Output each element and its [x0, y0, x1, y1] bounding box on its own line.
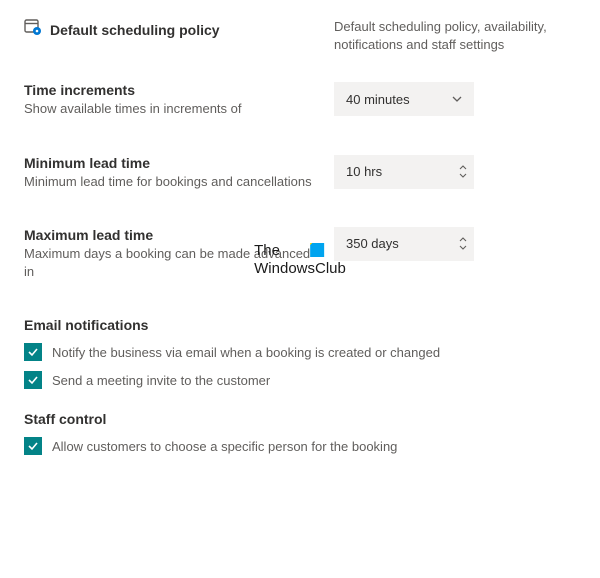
staff-control-heading: Staff control [24, 411, 576, 427]
field-text: Minimum lead time Minimum lead time for … [24, 155, 334, 191]
section-header: Default scheduling policy Default schedu… [24, 18, 576, 54]
field-time-increments: Time increments Show available times in … [24, 82, 576, 118]
min-lead-value: 10 hrs [346, 164, 382, 179]
send-invite-checkbox[interactable] [24, 371, 42, 389]
field-min-lead: Minimum lead time Minimum lead time for … [24, 155, 576, 191]
min-lead-spinner[interactable]: 10 hrs [334, 155, 474, 189]
notify-business-checkbox[interactable] [24, 343, 42, 361]
max-lead-description: Maximum days a booking can be made advan… [24, 245, 314, 281]
checkmark-icon [27, 346, 39, 358]
section-staff-control: Staff control Allow customers to choose … [24, 411, 576, 455]
field-max-lead: Maximum lead time Maximum days a booking… [24, 227, 576, 281]
allow-choose-checkbox[interactable] [24, 437, 42, 455]
notify-business-label: Notify the business via email when a boo… [52, 345, 440, 360]
chevron-down-icon [450, 92, 464, 106]
time-increments-description: Show available times in increments of [24, 100, 314, 118]
max-lead-value: 350 days [346, 236, 399, 251]
spinner-arrows [458, 165, 468, 179]
caret-down-icon[interactable] [458, 173, 468, 179]
field-text: Time increments Show available times in … [24, 82, 334, 118]
max-lead-label: Maximum lead time [24, 227, 314, 243]
spinner-arrows [458, 237, 468, 251]
checkmark-icon [27, 374, 39, 386]
checkmark-icon [27, 440, 39, 452]
allow-choose-label: Allow customers to choose a specific per… [52, 439, 397, 454]
email-notifications-heading: Email notifications [24, 317, 576, 333]
section-email-notifications: Email notifications Notify the business … [24, 317, 576, 389]
min-lead-label: Minimum lead time [24, 155, 314, 171]
send-invite-label: Send a meeting invite to the customer [52, 373, 270, 388]
time-increments-dropdown[interactable]: 40 minutes [334, 82, 474, 116]
time-increments-label: Time increments [24, 82, 314, 98]
caret-down-icon[interactable] [458, 245, 468, 251]
caret-up-icon[interactable] [458, 237, 468, 243]
calendar-settings-icon [24, 18, 42, 41]
allow-choose-row: Allow customers to choose a specific per… [24, 437, 576, 455]
page-title: Default scheduling policy [50, 22, 220, 38]
notify-business-row: Notify the business via email when a boo… [24, 343, 576, 361]
min-lead-description: Minimum lead time for bookings and cance… [24, 173, 314, 191]
max-lead-spinner[interactable]: 350 days [334, 227, 474, 261]
header-left: Default scheduling policy [24, 18, 334, 41]
field-text: Maximum lead time Maximum days a booking… [24, 227, 334, 281]
page-subtitle: Default scheduling policy, availability,… [334, 18, 576, 54]
time-increments-value: 40 minutes [346, 92, 410, 107]
caret-up-icon[interactable] [458, 165, 468, 171]
send-invite-row: Send a meeting invite to the customer [24, 371, 576, 389]
